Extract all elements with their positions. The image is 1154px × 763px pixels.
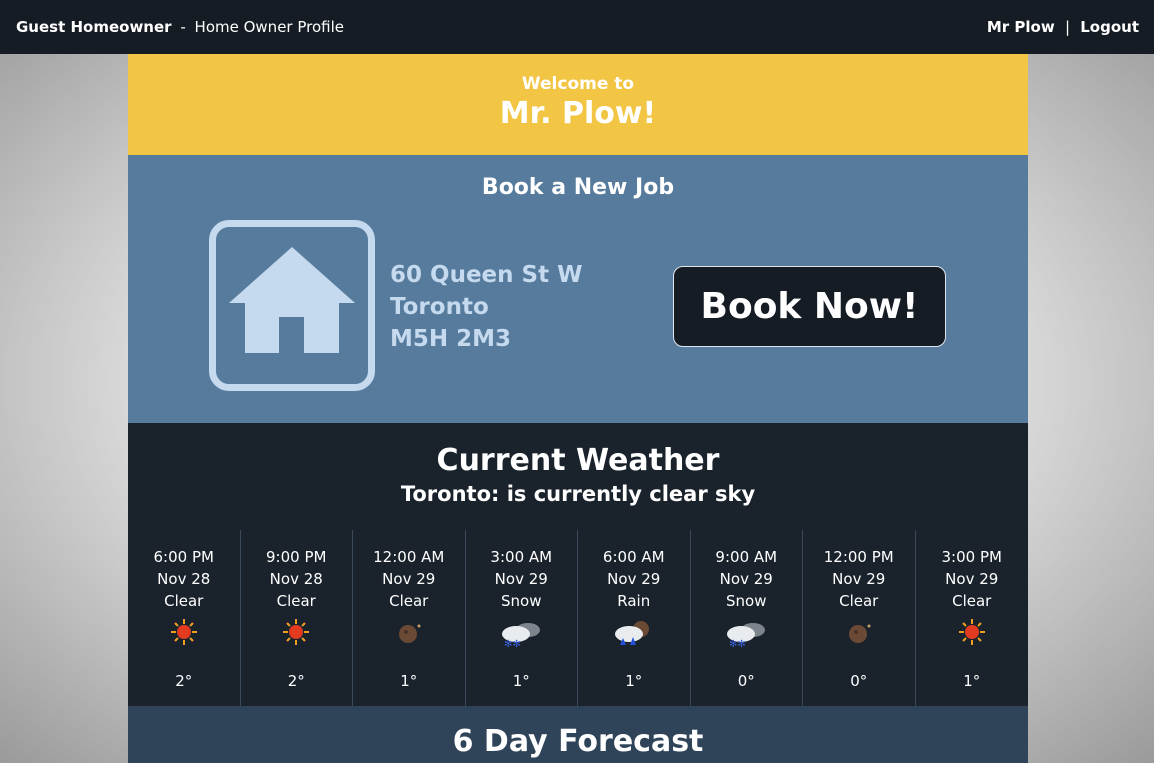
hour-date: Nov 29 [607,570,661,588]
hour-time: 3:00 AM [490,548,553,566]
user-menu: Mr Plow | Logout [987,18,1139,36]
hour-condition: Clear [164,592,204,610]
hour-card: 3:00 PM Nov 29 Clear 1° [916,530,1029,706]
welcome-text: Welcome to [521,74,635,94]
hour-condition: Snow [501,592,542,610]
hour-card: 3:00 AM Nov 29 Snow ✻✻ 1° [466,530,578,706]
hour-date: Nov 28 [157,570,211,588]
hour-condition: Clear [276,592,316,610]
page-title: Home Owner Profile [194,18,344,36]
hour-time: 9:00 AM [715,548,778,566]
breadcrumb-separator: - [180,18,186,36]
hour-temperature: 1° [512,672,530,690]
hour-time: 6:00 AM [602,548,665,566]
top-nav-bar: Guest Homeowner - Home Owner Profile Mr … [0,0,1154,54]
snow-icon: ✻✻ [466,618,578,656]
rain-icon [578,618,690,656]
hour-condition: Clear [839,592,879,610]
hour-temperature: 1° [625,672,643,690]
forecast-title: 6 Day Forecast [452,724,704,759]
hourly-forecast: 6:00 PM Nov 28 Clear 2° 9:00 PM Nov 28 C… [128,530,1028,706]
moon-icon [353,618,465,656]
hour-condition: Snow [726,592,767,610]
hour-date: Nov 29 [494,570,548,588]
main-content: Welcome to Mr. Plow! Book a New Job 60 Q… [128,54,1028,763]
hour-date: Nov 29 [382,570,436,588]
welcome-banner: Welcome to Mr. Plow! [128,54,1028,155]
hour-temperature: 2° [175,672,193,690]
book-job-title: Book a New Job [481,175,675,200]
address-street: 60 Queen St W [390,262,583,288]
logout-link[interactable]: Logout [1080,18,1139,36]
hour-card: 9:00 PM Nov 28 Clear 2° [241,530,353,706]
hour-card: 6:00 PM Nov 28 Clear 2° [128,530,241,706]
book-job-section: Book a New Job 60 Queen St W Toronto M5H… [128,155,1028,423]
hour-temperature: 0° [850,672,868,690]
hour-date: Nov 29 [945,570,999,588]
svg-text:✻✻: ✻✻ [729,639,746,648]
address-city: Toronto [390,294,489,320]
hour-temperature: 1° [963,672,981,690]
user-role-label: Guest Homeowner [16,18,172,36]
sun-icon [916,618,1029,656]
hour-condition: Clear [389,592,429,610]
moon-icon [803,618,915,656]
book-now-button[interactable]: Book Now! [673,266,946,347]
hour-card: 12:00 AM Nov 29 Clear 1° [353,530,466,706]
sun-icon [128,618,240,656]
hour-time: 6:00 PM [153,548,214,566]
house-icon [209,220,375,391]
hour-date: Nov 28 [269,570,323,588]
weather-summary: Toronto: is currently clear sky [400,482,756,506]
profile-link[interactable]: Mr Plow [987,18,1055,36]
hour-card: 9:00 AM Nov 29 Snow ✻✻ 0° [691,530,803,706]
hour-card: 6:00 AM Nov 29 Rain 1° [578,530,691,706]
hour-time: 12:00 PM [823,548,894,566]
hour-time: 9:00 PM [266,548,327,566]
six-day-forecast-section: 6 Day Forecast [128,706,1028,763]
sun-icon [241,618,353,656]
hour-time: 12:00 AM [373,548,445,566]
weather-title: Current Weather [436,443,720,478]
brand-title: Mr. Plow! [499,96,657,131]
snow-icon: ✻✻ [691,618,803,656]
hour-condition: Clear [952,592,992,610]
hour-temperature: 1° [400,672,418,690]
hour-temperature: 2° [287,672,305,690]
address-postal-code: M5H 2M3 [390,326,512,352]
nav-breadcrumb: Guest Homeowner - Home Owner Profile [16,18,344,36]
hour-date: Nov 29 [832,570,886,588]
svg-text:✻✻: ✻✻ [504,639,521,648]
hour-time: 3:00 PM [941,548,1002,566]
hour-condition: Rain [617,592,651,610]
hour-card: 12:00 PM Nov 29 Clear 0° [803,530,916,706]
property-address: 60 Queen St W Toronto M5H 2M3 [390,259,582,355]
hour-temperature: 0° [737,672,755,690]
hour-date: Nov 29 [719,570,773,588]
user-menu-divider: | [1064,18,1070,36]
